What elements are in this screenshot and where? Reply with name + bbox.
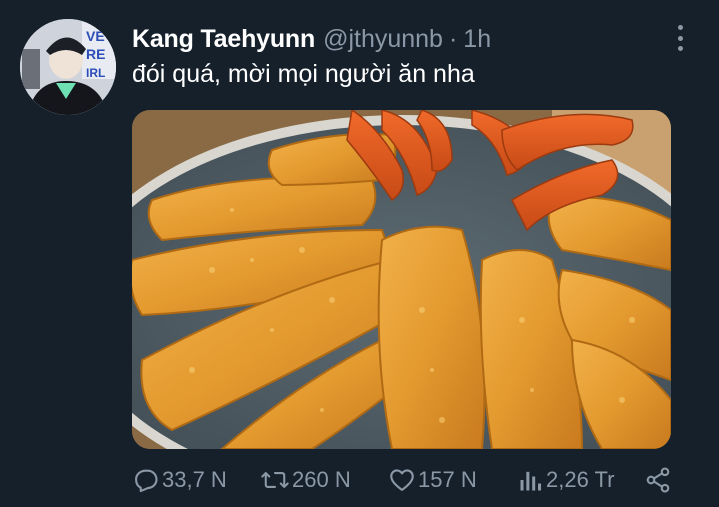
svg-text:IRL: IRL [86, 66, 105, 80]
tweet-header: Kang Taehyunn @jthyunnb · 1h [132, 22, 491, 56]
views-chart-icon [520, 471, 542, 491]
tweet-media[interactable] [132, 110, 671, 449]
tweet-text: đói quá, mời mọi người ăn nha [132, 60, 475, 88]
avatar[interactable]: VE RE IRL [20, 19, 116, 115]
retweet-button[interactable]: 260 N [260, 460, 351, 500]
retweet-icon [261, 472, 289, 488]
fried-shrimp-photo [132, 110, 671, 449]
tweet[interactable]: VE RE IRL Kang Taehyunn @jthyunnb · 1h đ… [0, 0, 719, 507]
share-button[interactable] [644, 460, 674, 500]
reply-icon [135, 469, 158, 493]
timestamp[interactable]: 1h [463, 25, 491, 54]
profile-photo: VE RE IRL [20, 19, 116, 115]
more-vertical-icon[interactable] [668, 25, 692, 51]
svg-text:VE: VE [86, 28, 105, 44]
share-icon [646, 467, 670, 493]
like-button[interactable]: 157 N [388, 460, 477, 500]
retweet-count: 260 N [292, 467, 351, 492]
like-count: 157 N [418, 467, 477, 492]
user-handle[interactable]: @jthyunnb [323, 25, 443, 54]
display-name[interactable]: Kang Taehyunn [132, 25, 315, 54]
views-button[interactable]: 2,26 Tr [518, 460, 614, 500]
tweet-actions: 33,7 N 260 N 157 N 2,26 Tr [132, 460, 692, 500]
views-count: 2,26 Tr [546, 467, 615, 492]
separator-dot: · [448, 24, 458, 53]
svg-text:RE: RE [86, 46, 105, 62]
reply-button[interactable]: 33,7 N [132, 460, 227, 500]
heart-icon [390, 469, 414, 491]
reply-count: 33,7 N [162, 467, 227, 492]
